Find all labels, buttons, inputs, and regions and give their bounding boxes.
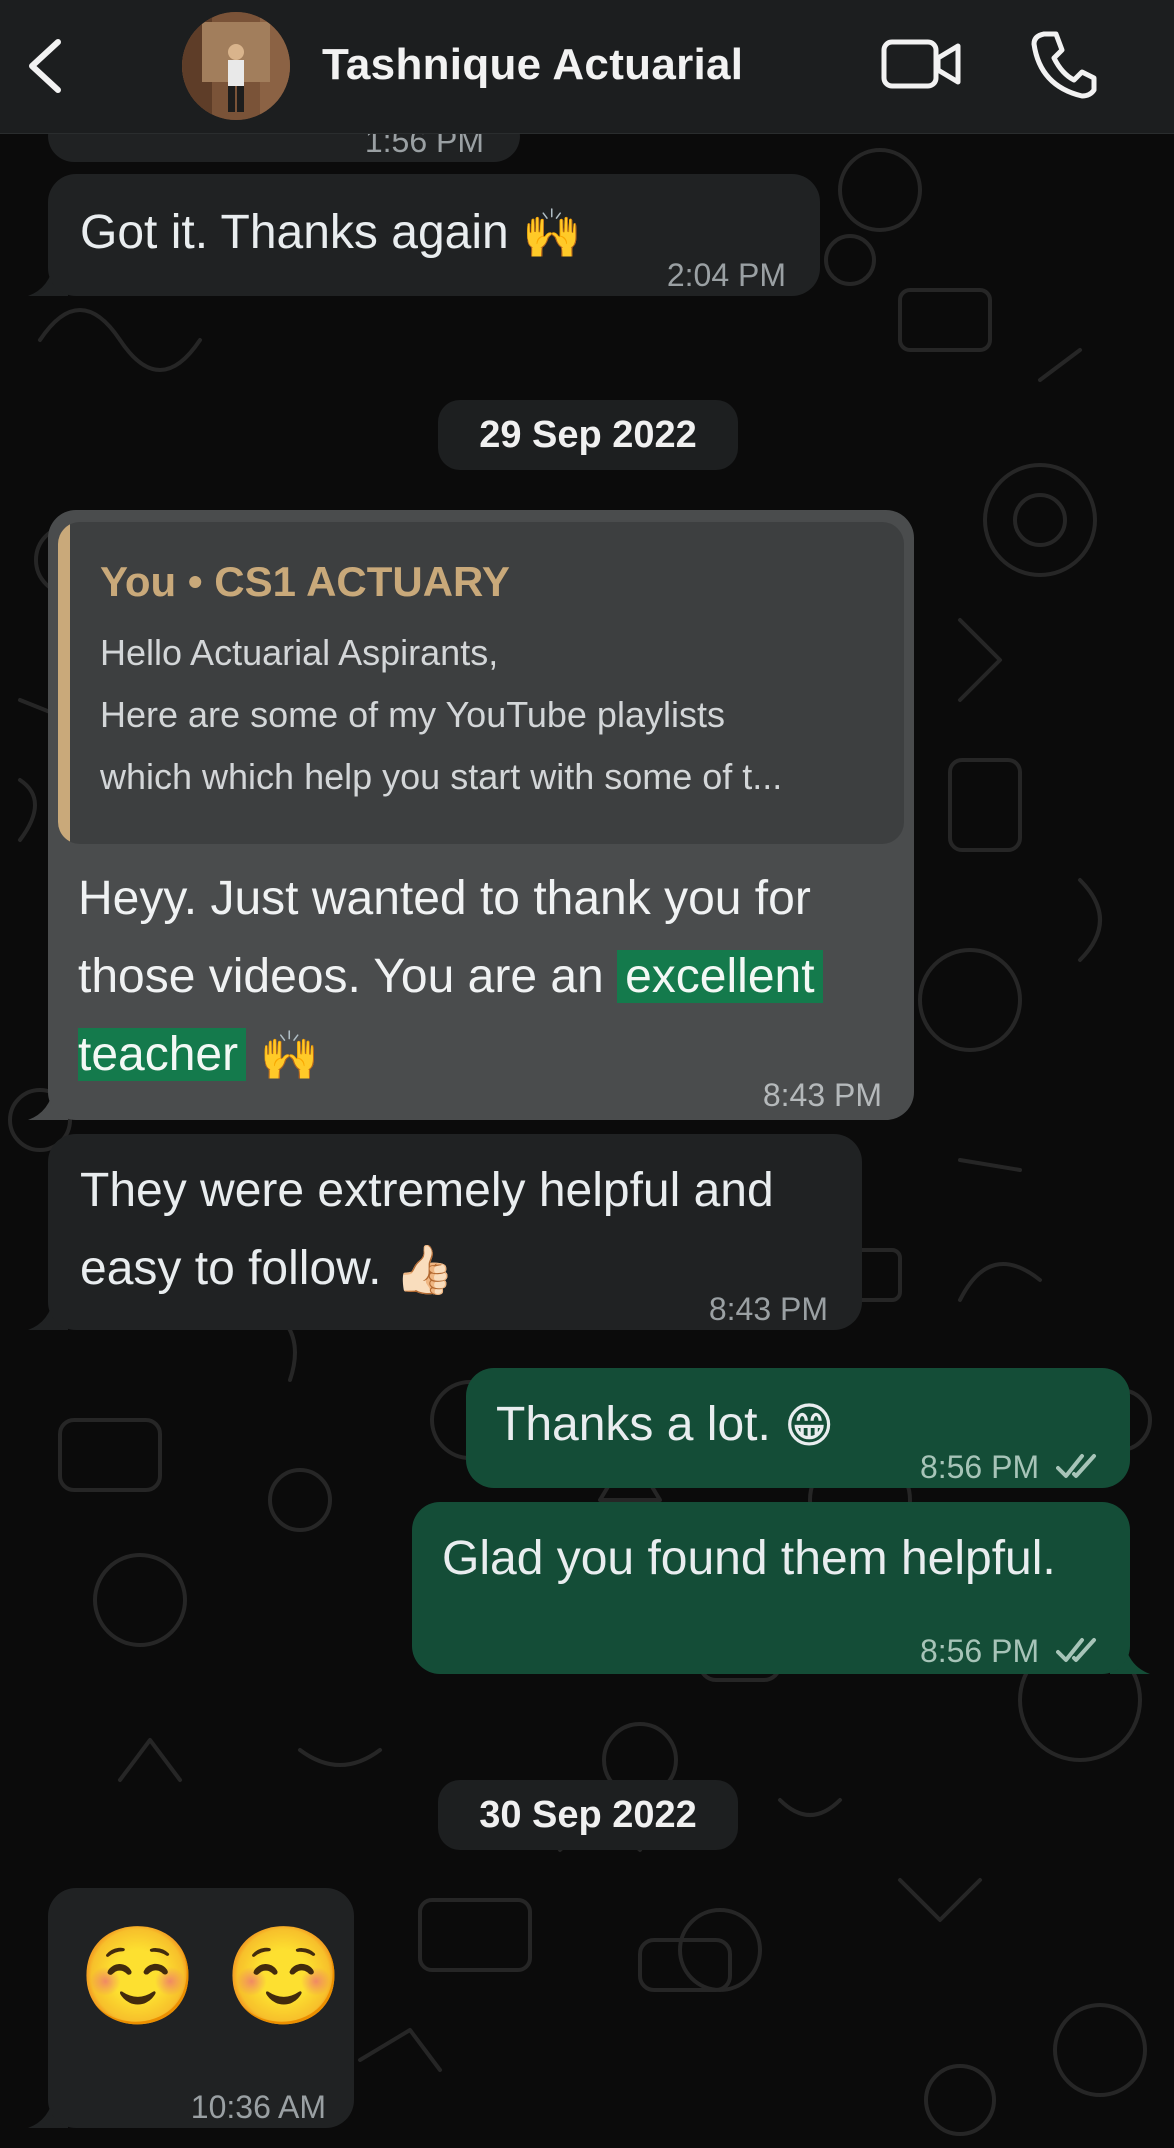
double-check-icon (1056, 1454, 1096, 1478)
chat-header: Tashnique Actuarial (0, 0, 1174, 134)
quote-author: You • CS1 ACTUARY (100, 558, 510, 605)
message-text: Got it. Thanks again 🙌 (80, 194, 582, 274)
message-time-text: 8:56 PM (919, 1633, 1040, 1669)
double-check-icon (1056, 1638, 1096, 1662)
message-time: 8:56 PM (920, 1612, 1102, 1690)
thumbs-up-emoji: 👍🏻 (394, 1244, 455, 1298)
contact-name[interactable]: Tashnique Actuarial (322, 40, 743, 90)
message-line: easy to follow. 👍🏻 (80, 1230, 774, 1310)
message-time: 8:56 PM (920, 1428, 1102, 1506)
date-separator: 29 Sep 2022 (438, 400, 738, 470)
message-text: Thanks a lot. 😁 (496, 1386, 834, 1466)
chevron-left-icon[interactable] (22, 36, 70, 96)
message-text: They were extremely helpful and easy to … (80, 1152, 774, 1310)
message-bubble[interactable]: They were extremely helpful and easy to … (48, 1134, 862, 1330)
message-text: Glad you found them helpful. (442, 1532, 1056, 1585)
message-bubble-outgoing[interactable]: Glad you found them helpful. 8:56 PM (412, 1502, 1130, 1674)
message-bubble[interactable]: ☺️ ☺️ 10:36 AM (48, 1888, 354, 2128)
quote-accent-bar (58, 522, 70, 844)
raising-hands-emoji: 🙌 (259, 1030, 320, 1084)
avatar[interactable] (182, 12, 290, 120)
message-time: 10:36 AM (190, 2089, 326, 2125)
raising-hands-emoji: 🙌 (522, 208, 582, 262)
message-bubble[interactable]: Got it. Thanks again 🙌 2:04 PM (48, 174, 820, 296)
message-text: Heyy. Just wanted to thank you for those… (78, 860, 823, 1096)
message-line: They were extremely helpful and (80, 1164, 774, 1217)
quote-line: which which help you start with some of … (100, 756, 783, 797)
quote-line: Hello Actuarial Aspirants, (100, 632, 499, 673)
quote-line: Here are some of my YouTube playlists (100, 694, 725, 735)
quoted-message[interactable]: You • CS1 ACTUARY Hello Actuarial Aspira… (58, 522, 904, 844)
message-line-text: easy to follow. (80, 1242, 382, 1295)
message-time: 2:04 PM (666, 257, 786, 293)
search-highlight: teacher (78, 1028, 247, 1081)
message-time-text: 8:56 PM (919, 1449, 1040, 1485)
message-text-body: Thanks a lot. (496, 1398, 771, 1451)
message-line-text: those videos. You are an (78, 950, 604, 1003)
date-separator: 30 Sep 2022 (438, 1780, 738, 1850)
video-camera-icon[interactable] (880, 36, 962, 92)
message-bubble-outgoing[interactable]: Thanks a lot. 😁 8:56 PM (466, 1368, 1130, 1488)
search-highlight: excellent (617, 950, 823, 1003)
message-text-body: Got it. Thanks again (80, 206, 509, 259)
phone-icon[interactable] (1030, 28, 1098, 100)
grinning-face-emoji: 😁 (784, 1400, 835, 1454)
message-line: Heyy. Just wanted to thank you for (78, 872, 811, 925)
emoji-message: ☺️ ☺️ (78, 1923, 344, 2030)
message-time: 8:43 PM (708, 1291, 828, 1327)
message-line: those videos. You are an excellent (78, 938, 823, 1016)
message-line: teacher 🙌 (78, 1016, 823, 1096)
